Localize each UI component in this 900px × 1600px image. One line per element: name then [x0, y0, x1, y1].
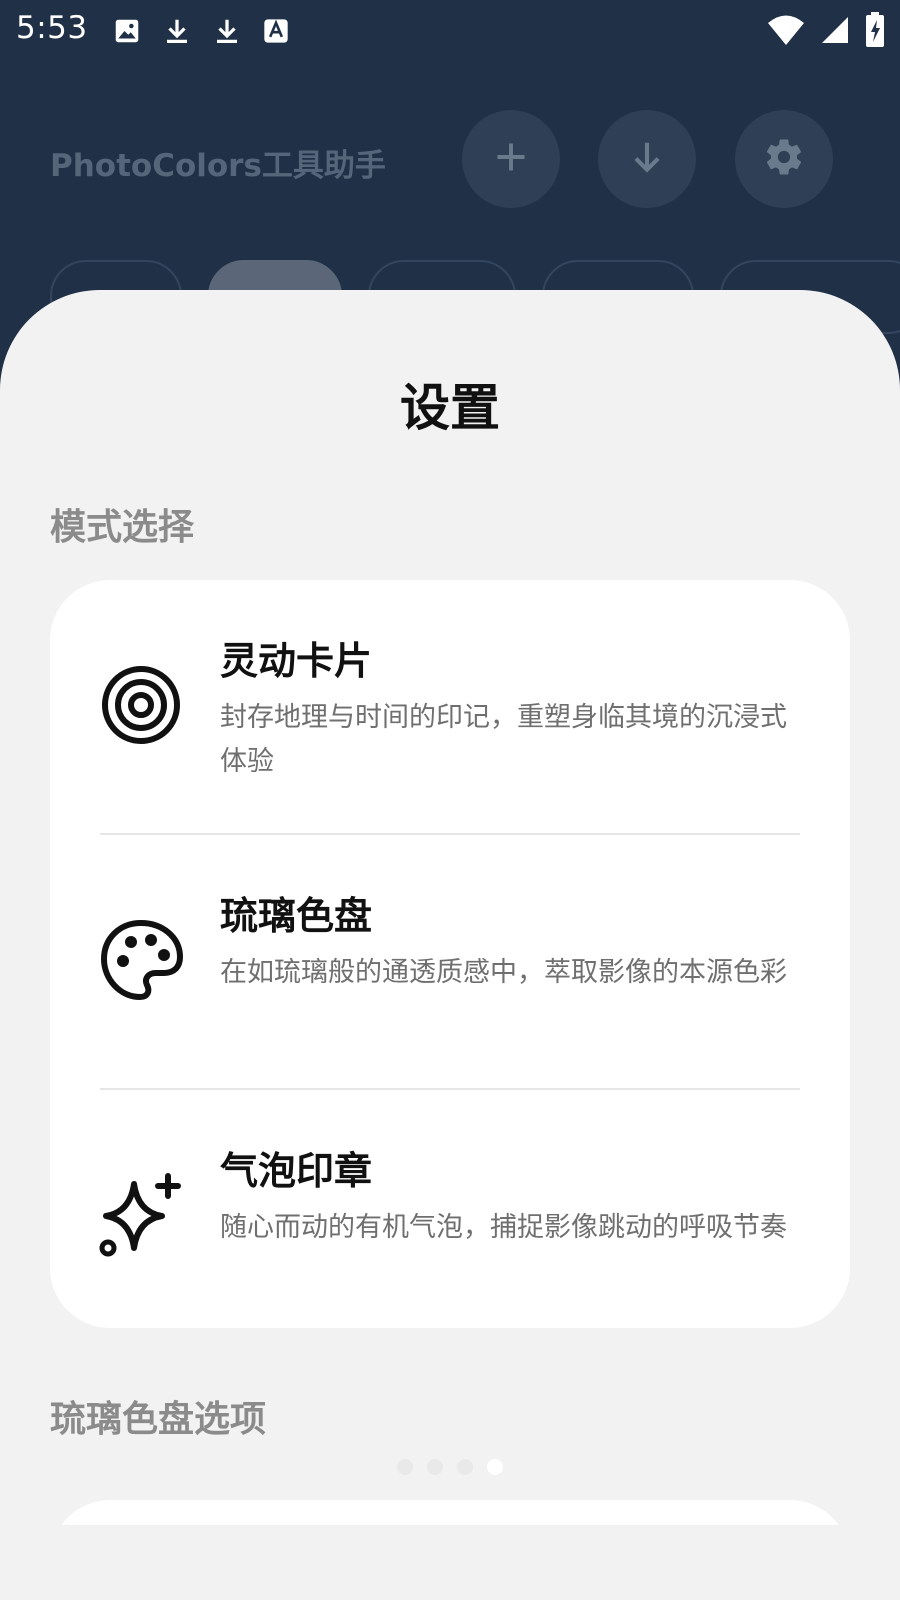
wifi-icon: [766, 14, 806, 46]
text-a-icon: [262, 16, 290, 46]
plus-icon: [493, 139, 529, 179]
option-description: 随心而动的有机气泡，捕捉影像跳动的呼吸节奏: [220, 1212, 787, 1243]
target-icon: [96, 660, 186, 750]
option-description: 封存地理与时间的印记，重塑身临其境的沉浸式体验: [220, 702, 787, 777]
option-title: 气泡印章: [220, 1149, 373, 1193]
page-dot[interactable]: [397, 1459, 413, 1475]
download-icon: [212, 15, 242, 47]
app-title: PhotoColors工具助手: [50, 148, 386, 184]
page-indicator: [397, 1459, 503, 1475]
notification-icons: [112, 12, 290, 50]
image-icon: [112, 16, 142, 46]
palette-section-label: 琉璃色盘选项: [50, 1399, 267, 1440]
sheet-title: 设置: [400, 379, 500, 437]
settings-button[interactable]: [735, 110, 833, 208]
status-bar: 5:53: [0, 0, 900, 62]
option-title: 灵动卡片: [220, 639, 373, 683]
mode-section-label: 模式选择: [50, 507, 195, 548]
option-bubble-stamp[interactable]: 气泡印章 随心而动的有机气泡，捕捉影像跳动的呼吸节奏: [50, 1090, 850, 1345]
settings-sheet: 设置 模式选择 灵动卡片 封存地理与时间的印记，重塑身临其境的沉浸式体验 琉璃色…: [0, 290, 900, 1560]
sheet-bottom: [0, 1525, 900, 1600]
option-glass-palette[interactable]: 琉璃色盘 在如琉璃般的通透质感中，萃取影像的本源色彩: [50, 835, 850, 1090]
download-button[interactable]: [598, 110, 696, 208]
option-description: 在如琉璃般的通透质感中，萃取影像的本源色彩: [220, 957, 787, 988]
status-time: 5:53: [16, 10, 88, 46]
option-title: 琉璃色盘: [220, 894, 373, 938]
mode-options-card: 灵动卡片 封存地理与时间的印记，重塑身临其境的沉浸式体验 琉璃色盘 在如琉璃般的…: [50, 580, 850, 1328]
download-arrow-icon: [628, 138, 666, 180]
gear-icon: [763, 136, 805, 182]
system-icons: [766, 12, 886, 48]
page-dot[interactable]: [457, 1459, 473, 1475]
signal-icon: [820, 15, 850, 45]
battery-charging-icon: [864, 12, 886, 48]
palette-icon: [96, 915, 186, 1005]
download-icon: [162, 15, 192, 47]
add-button[interactable]: [462, 110, 560, 208]
page-dot-active[interactable]: [487, 1459, 503, 1475]
sparkles-icon: [96, 1170, 186, 1260]
option-dynamic-card[interactable]: 灵动卡片 封存地理与时间的印记，重塑身临其境的沉浸式体验: [50, 580, 850, 835]
page-dot[interactable]: [427, 1459, 443, 1475]
